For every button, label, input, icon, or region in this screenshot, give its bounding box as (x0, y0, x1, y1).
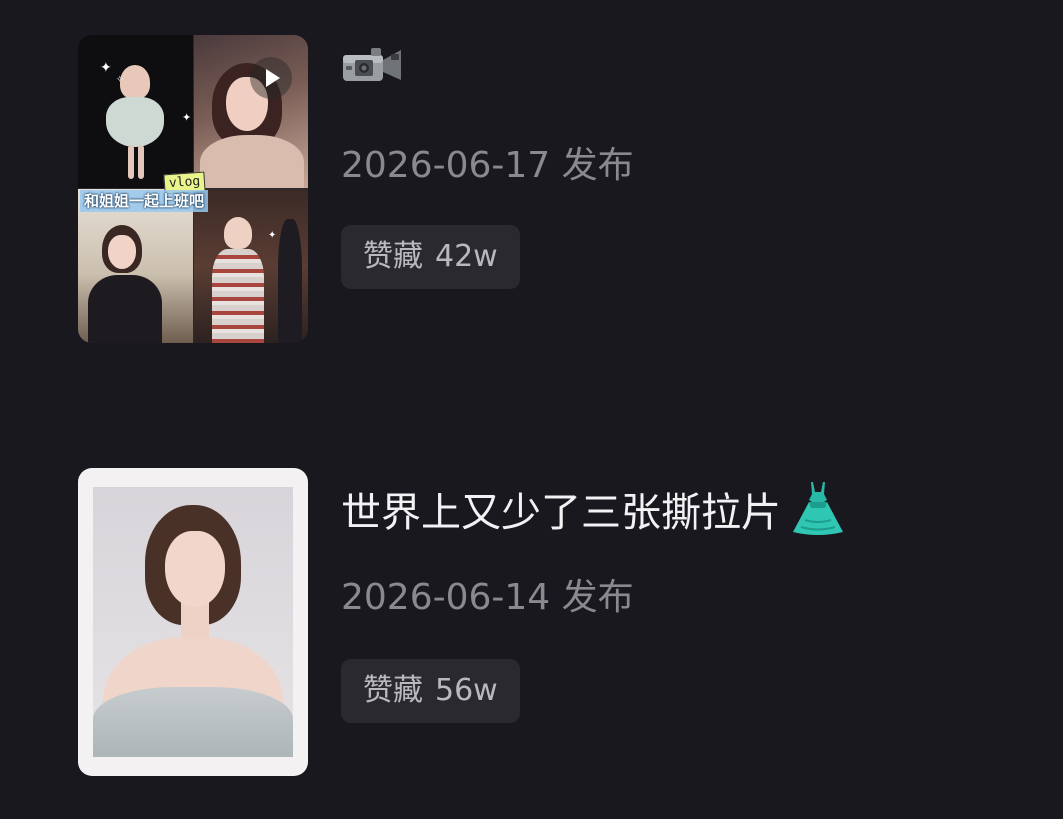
sparkle-icon: ✦ (100, 60, 112, 76)
thumbnail-caption: 和姐姐一起上班吧 (80, 190, 209, 212)
figure-body (88, 275, 162, 343)
collage-image-dancer: ✦ ✧ ✦ (78, 35, 193, 188)
post-thumbnail-polaroid[interactable] (78, 468, 308, 776)
likes-saves-badge[interactable]: 赞藏 42w (341, 225, 520, 289)
figure-costume (212, 249, 264, 343)
post-feed: ✦ ✧ ✦ ✦ vlog 和姐姐一起上班吧 2026-06-17 发布 赞藏 4… (0, 0, 1063, 819)
play-icon[interactable] (250, 57, 292, 99)
post-title[interactable]: 世界上又少了三张撕拉片 (341, 480, 845, 537)
collage-image-costume: ✦ (194, 189, 308, 343)
portrait-dress (93, 687, 293, 757)
figure-head (120, 65, 150, 99)
figure-dress (106, 97, 164, 147)
post-card[interactable]: ✦ ✧ ✦ ✦ vlog 和姐姐一起上班吧 2026-06-17 发布 赞藏 4… (78, 35, 1038, 343)
sparkle-icon: ✧ (116, 75, 124, 85)
post-date: 2026-06-17 发布 (341, 145, 634, 186)
likes-saves-badge[interactable]: 赞藏 56w (341, 659, 520, 723)
stat-label: 赞藏 (363, 239, 423, 274)
post-date: 2026-06-14 发布 (341, 577, 634, 618)
post-card[interactable]: 世界上又少了三张撕拉片 2026-06-14 发布 赞藏 56w (78, 468, 1038, 776)
sparkle-icon: ✦ (268, 230, 277, 241)
post-title[interactable] (341, 39, 403, 87)
figure-leg (128, 145, 134, 179)
video-camera-icon (341, 46, 403, 84)
portrait-face (165, 531, 225, 607)
figure-head (224, 217, 252, 249)
post-thumbnail-collage[interactable]: ✦ ✧ ✦ ✦ vlog 和姐姐一起上班吧 (78, 35, 308, 343)
dress-icon (791, 480, 845, 536)
stat-value: 42w (435, 239, 498, 274)
collage-image-office (78, 189, 193, 343)
stat-label: 赞藏 (363, 673, 423, 708)
portrait-photo (93, 487, 293, 757)
figure-face (108, 235, 136, 269)
figure-shoulders (200, 135, 304, 188)
stat-value: 56w (435, 673, 498, 708)
sparkle-icon: ✦ (182, 111, 192, 124)
figure-person (278, 219, 302, 343)
figure-leg (138, 145, 144, 179)
post-title-text: 世界上又少了三张撕拉片 (341, 490, 781, 536)
collage-image-selfie (194, 35, 308, 188)
